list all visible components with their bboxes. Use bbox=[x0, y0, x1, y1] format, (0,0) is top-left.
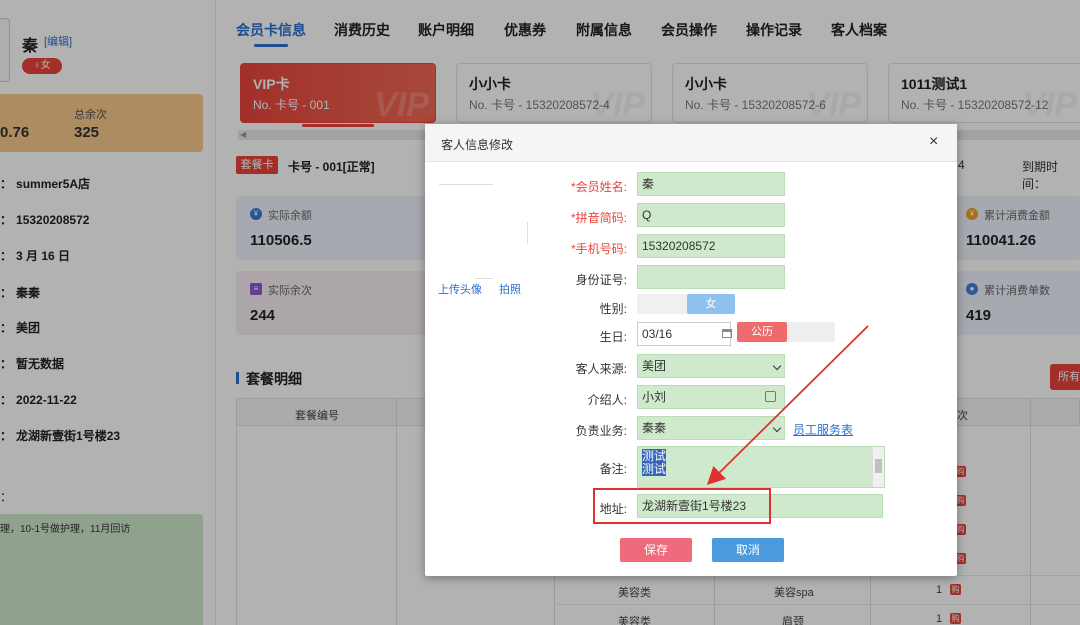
birthday-label: 生日: bbox=[599, 330, 627, 344]
source-label: 客人来源: bbox=[575, 362, 627, 376]
address-highlight-box bbox=[593, 488, 771, 524]
gender-label: 性别: bbox=[599, 302, 627, 316]
calendar-icon[interactable] bbox=[722, 329, 732, 338]
staff-value: 秦秦 bbox=[642, 421, 667, 435]
dialog-body: 上传头像 拍照 *会员姓名: 秦 *拼音简码: Q *手机号码: 1532020… bbox=[431, 164, 951, 570]
name-label: *会员姓名: bbox=[570, 180, 627, 194]
dialog-header: 客人信息修改 × bbox=[425, 124, 957, 162]
pinyin-field[interactable]: Q bbox=[637, 203, 785, 227]
dialog-title: 客人信息修改 bbox=[441, 138, 514, 152]
idcard-field[interactable] bbox=[637, 265, 785, 289]
idcard-label: 身份证号: bbox=[575, 273, 627, 287]
name-field[interactable]: 秦 bbox=[637, 172, 785, 196]
remark-scrollbar[interactable] bbox=[872, 447, 884, 487]
phone-label: *手机号码: bbox=[570, 242, 627, 256]
staff-select[interactable]: 秦秦 bbox=[637, 416, 785, 440]
chevron-down-icon bbox=[772, 361, 782, 371]
referrer-label: 介绍人: bbox=[587, 393, 627, 407]
edit-customer-dialog: 客人信息修改 × 上传头像 拍照 *会员姓名: 秦 *拼音简码: Q *手机号码… bbox=[425, 124, 957, 576]
save-button[interactable]: 保存 bbox=[620, 538, 692, 562]
referrer-field[interactable]: 小刘 bbox=[637, 385, 785, 409]
chevron-down-icon bbox=[772, 423, 782, 433]
remark-textarea[interactable]: 测试 测试 bbox=[637, 446, 885, 488]
calendar-type-toggle[interactable]: 公历 bbox=[737, 322, 835, 342]
remark-label: 备注: bbox=[599, 462, 627, 476]
birthday-value: 03/16 bbox=[642, 327, 673, 341]
calendar-type-solar[interactable]: 公历 bbox=[737, 322, 787, 342]
source-select[interactable]: 美团 bbox=[637, 354, 785, 378]
birthday-field[interactable]: 03/16 bbox=[637, 322, 732, 346]
staff-service-link[interactable]: 员工服务表 bbox=[793, 421, 853, 438]
referrer-value: 小刘 bbox=[642, 390, 667, 404]
gender-option-female[interactable]: 女 bbox=[687, 294, 735, 314]
cancel-button[interactable]: 取消 bbox=[712, 538, 784, 562]
gender-toggle[interactable]: 女 bbox=[637, 294, 735, 314]
remark-text: 测试 测试 bbox=[642, 449, 667, 476]
pinyin-label: *拼音简码: bbox=[570, 211, 627, 225]
close-icon[interactable]: × bbox=[929, 133, 938, 151]
phone-field[interactable]: 15320208572 bbox=[637, 234, 785, 258]
pick-person-icon[interactable] bbox=[765, 391, 776, 402]
source-value: 美团 bbox=[642, 359, 667, 373]
staff-label: 负责业务: bbox=[575, 424, 627, 438]
